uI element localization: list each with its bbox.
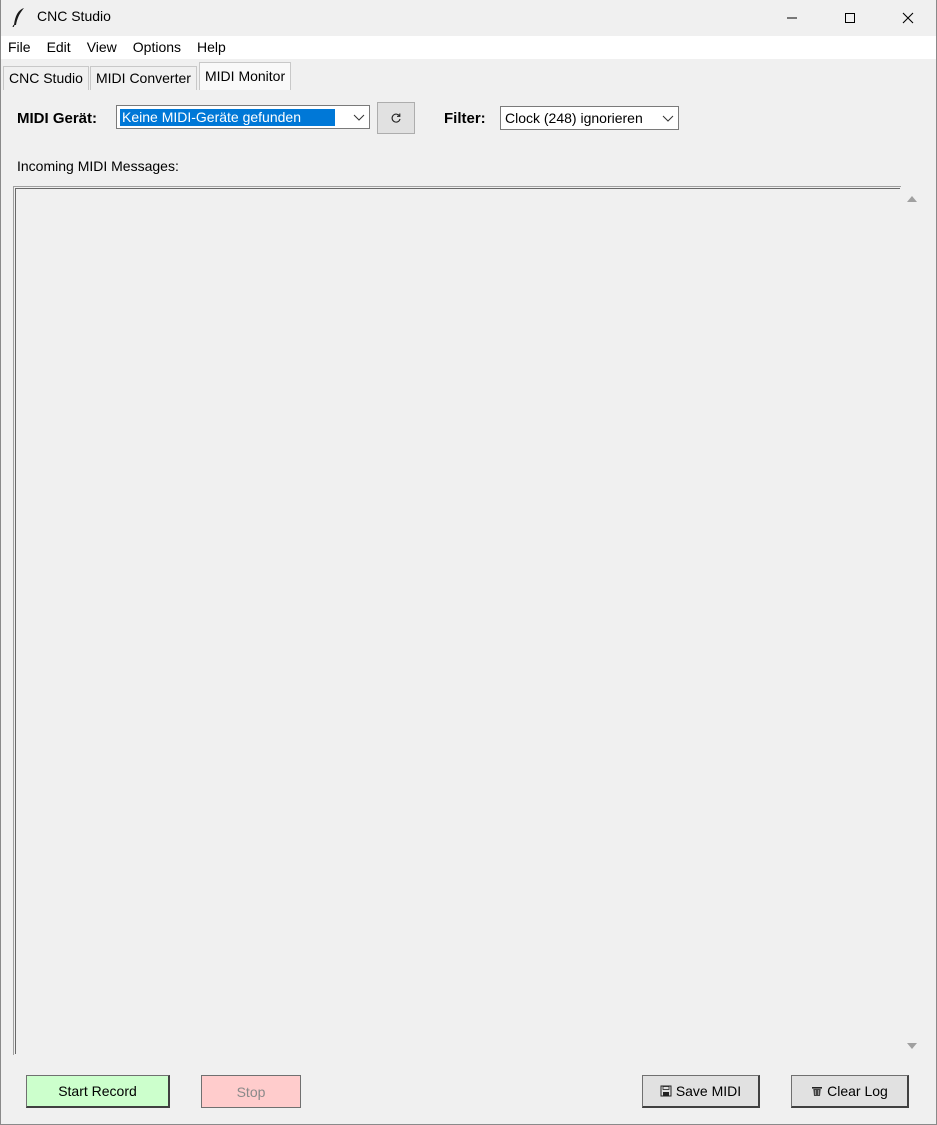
- scroll-up-arrow-icon[interactable]: [906, 194, 918, 204]
- incoming-messages-label: Incoming MIDI Messages:: [17, 158, 179, 174]
- title-bar: CNC Studio: [1, 0, 936, 35]
- scroll-down-arrow-icon[interactable]: [906, 1041, 918, 1051]
- clear-log-label: Clear Log: [827, 1083, 888, 1099]
- maximize-icon: [845, 12, 855, 23]
- tab-cnc-studio[interactable]: CNC Studio: [3, 66, 89, 90]
- feather-icon: [12, 8, 24, 27]
- app-window: CNC Studio File Edit View Options Help C…: [0, 0, 937, 1125]
- midi-device-select[interactable]: Keine MIDI-Geräte gefunden: [116, 105, 370, 129]
- menu-file[interactable]: File: [1, 36, 39, 59]
- minimize-button[interactable]: [763, 0, 821, 35]
- filter-select[interactable]: Clock (248) ignorieren: [500, 106, 679, 130]
- midi-log-content: [15, 188, 900, 1054]
- close-icon: [902, 12, 914, 23]
- save-midi-label: Save MIDI: [675, 1083, 742, 1099]
- menu-options[interactable]: Options: [125, 36, 189, 59]
- window-title: CNC Studio: [37, 8, 111, 24]
- refresh-button[interactable]: [377, 102, 415, 134]
- start-record-button[interactable]: Start Record: [26, 1075, 170, 1108]
- menu-edit[interactable]: Edit: [39, 36, 79, 59]
- stop-label: Stop: [236, 1083, 266, 1100]
- midi-device-label: MIDI Gerät:: [17, 110, 98, 127]
- tab-bar: CNC Studio MIDI Converter MIDI Monitor: [1, 62, 936, 90]
- filter-value: Clock (248) ignorieren: [505, 110, 643, 126]
- trash-icon: [812, 1087, 823, 1096]
- close-button[interactable]: [879, 0, 936, 35]
- save-midi-button[interactable]: Save MIDI: [642, 1075, 760, 1108]
- menu-bar: File Edit View Options Help: [1, 36, 936, 59]
- maximize-button[interactable]: [821, 0, 879, 35]
- minimize-icon: [787, 17, 797, 18]
- start-record-label: Start Record: [58, 1083, 137, 1099]
- menu-help[interactable]: Help: [189, 36, 234, 59]
- clear-log-button[interactable]: Clear Log: [791, 1075, 909, 1108]
- log-scrollbar[interactable]: [901, 186, 923, 1055]
- tab-midi-monitor[interactable]: MIDI Monitor: [199, 62, 292, 90]
- save-icon: [660, 1085, 672, 1097]
- midi-device-value: Keine MIDI-Geräte gefunden: [120, 109, 335, 126]
- midi-log-textarea[interactable]: [13, 186, 901, 1055]
- refresh-icon: [391, 113, 401, 123]
- chevron-down-icon: [662, 115, 674, 122]
- chevron-down-icon: [353, 114, 365, 121]
- tab-midi-converter[interactable]: MIDI Converter: [90, 66, 197, 90]
- filter-label: Filter:: [444, 110, 486, 127]
- stop-button[interactable]: Stop: [201, 1075, 301, 1108]
- menu-view[interactable]: View: [79, 36, 125, 59]
